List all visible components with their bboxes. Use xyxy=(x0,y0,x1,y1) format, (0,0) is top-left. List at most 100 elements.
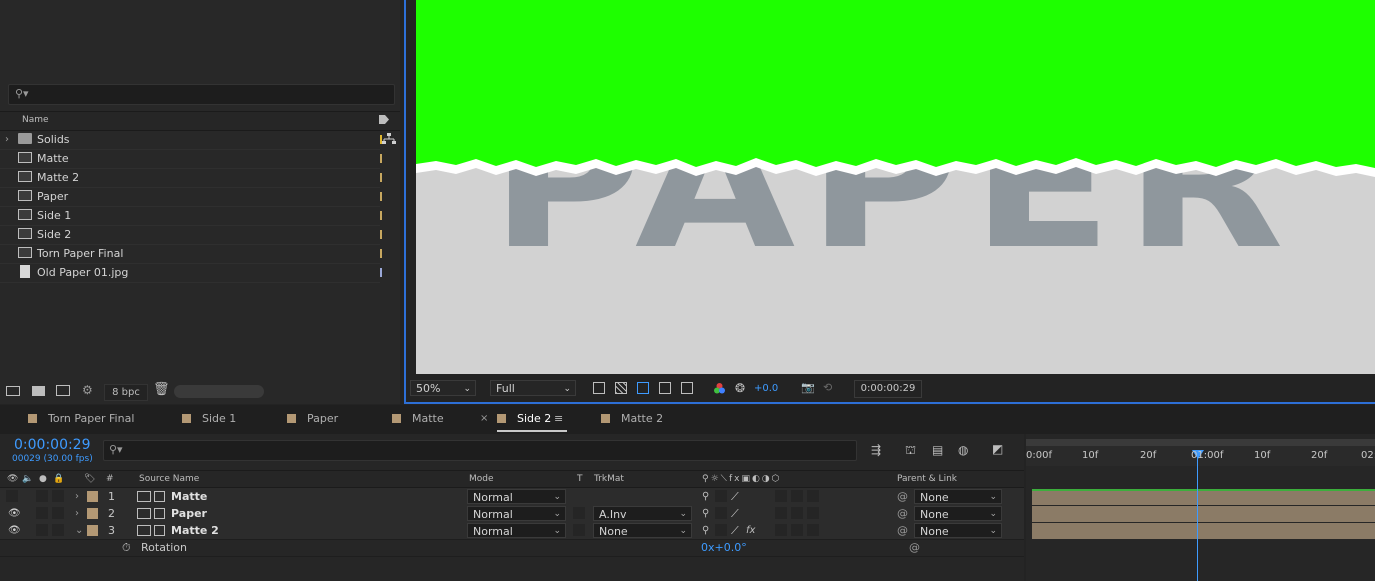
layer-row[interactable]: 👁 › 2 Paper Normal ⌄ A.Inv ⌄ ⚲ ⟋ @ None ⌄ xyxy=(0,505,1024,523)
mode-header[interactable]: Mode xyxy=(469,471,494,487)
fast-previews-icon[interactable] xyxy=(593,382,605,394)
quality-switch-icon[interactable]: ⟋ xyxy=(731,522,739,539)
show-snapshot-icon[interactable]: ⟲ xyxy=(823,381,832,394)
collapse-switch[interactable] xyxy=(715,507,727,519)
project-item[interactable]: Side 2 xyxy=(0,225,382,245)
new-folder-icon[interactable] xyxy=(32,386,45,396)
expression-pickwhip-icon[interactable]: @ xyxy=(909,539,920,556)
adjustment-layer-switch[interactable] xyxy=(791,507,803,519)
mask-visibility-icon[interactable] xyxy=(637,382,649,394)
source-name-header[interactable]: Source Name xyxy=(139,471,199,487)
audio-toggle[interactable] xyxy=(36,507,48,519)
layer-row[interactable]: › 1 Matte Normal ⌄ ⚲ ⟋ @ None ⌄ xyxy=(0,488,1024,506)
exposure-value[interactable]: +0.0 xyxy=(754,383,778,394)
3d-layer-switch[interactable] xyxy=(807,490,819,502)
hide-shy-layers-icon[interactable]: ▤ xyxy=(932,443,943,457)
label-color-swatch[interactable] xyxy=(87,525,98,536)
project-search-input[interactable]: ⚲▾ xyxy=(8,84,395,105)
stopwatch-icon[interactable]: ⏱ xyxy=(122,539,131,556)
label-color-swatch[interactable] xyxy=(87,508,98,519)
work-area-bar[interactable] xyxy=(1026,439,1375,446)
quality-switch-icon[interactable]: ⟋ xyxy=(731,505,739,522)
channel-color-icon[interactable] xyxy=(713,382,726,395)
label-color-marker[interactable] xyxy=(380,154,382,163)
magnification-select[interactable]: 50% ⌄ xyxy=(410,380,476,396)
resolution-select[interactable]: Full ⌄ xyxy=(490,380,576,396)
adjustment-layer-switch[interactable] xyxy=(791,524,803,536)
viewer-timecode[interactable]: 0:00:00:29 xyxy=(854,380,922,398)
motion-blur-switch[interactable] xyxy=(775,507,787,519)
tab-matte-2[interactable]: Matte 2 xyxy=(601,405,681,434)
label-color-marker[interactable] xyxy=(380,192,382,201)
parent-select[interactable]: None ⌄ xyxy=(914,489,1002,504)
mode-select[interactable]: Normal ⌄ xyxy=(467,523,566,538)
collapse-switch[interactable] xyxy=(715,524,727,536)
3d-layer-switch[interactable] xyxy=(807,524,819,536)
quality-switch-icon[interactable]: ⟋ xyxy=(731,488,739,505)
region-of-interest-icon[interactable] xyxy=(659,382,671,394)
trkmat-select[interactable]: None ⌄ xyxy=(593,523,692,538)
snapshot-camera-icon[interactable]: 📷 xyxy=(801,381,815,394)
chevron-right-icon[interactable]: › xyxy=(75,488,79,505)
adjustment-layer-switch[interactable] xyxy=(791,490,803,502)
parent-pickwhip-icon[interactable]: @ xyxy=(897,505,908,522)
chevron-right-icon[interactable]: › xyxy=(5,130,9,149)
project-item[interactable]: Paper xyxy=(0,187,382,207)
3d-layer-switch[interactable] xyxy=(807,507,819,519)
exposure-reset-icon[interactable]: ❂ xyxy=(735,381,745,395)
layer-name[interactable]: Matte xyxy=(171,488,207,505)
label-color-marker[interactable] xyxy=(380,268,382,277)
interpret-footage-icon[interactable] xyxy=(6,386,20,396)
tab-side-1[interactable]: Side 1 xyxy=(182,405,272,434)
trkmat-header[interactable]: TrkMat xyxy=(594,471,624,487)
composition-canvas[interactable]: PAPER xyxy=(416,0,1375,374)
project-scrollbar[interactable] xyxy=(174,385,264,398)
name-column-header[interactable]: Name xyxy=(22,115,49,125)
label-color-marker[interactable] xyxy=(380,230,382,239)
bit-depth-button[interactable]: 8 bpc xyxy=(104,384,148,401)
layer-name[interactable]: Paper xyxy=(171,505,207,522)
project-item[interactable]: Side 1 xyxy=(0,206,382,226)
motion-blur-icon[interactable]: ◩ xyxy=(992,442,1003,456)
trkmat-select[interactable]: A.Inv ⌄ xyxy=(593,506,692,521)
mode-select[interactable]: Normal ⌄ xyxy=(467,506,566,521)
label-tag-icon[interactable] xyxy=(378,114,390,125)
layer-bar-2[interactable] xyxy=(1032,506,1375,522)
label-color-marker[interactable] xyxy=(380,173,382,182)
chevron-down-icon[interactable]: ⌄ xyxy=(75,522,83,539)
parent-pickwhip-icon[interactable]: @ xyxy=(897,522,908,539)
label-color-marker[interactable] xyxy=(380,249,382,258)
lock-toggle[interactable] xyxy=(52,490,64,502)
audio-toggle[interactable] xyxy=(36,524,48,536)
visibility-toggle[interactable] xyxy=(6,490,18,502)
composition-mini-flowchart-icon[interactable]: ⇶ xyxy=(871,443,881,457)
tab-torn-paper-final[interactable]: Torn Paper Final xyxy=(28,405,158,434)
label-color-marker[interactable] xyxy=(380,211,382,220)
project-item[interactable]: › Solids xyxy=(0,130,382,150)
project-item[interactable]: Old Paper 01.jpg xyxy=(0,263,382,283)
project-settings-icon[interactable]: ⚙ xyxy=(82,383,93,397)
collapse-switch[interactable] xyxy=(715,490,727,502)
eye-icon[interactable]: 👁 xyxy=(8,505,21,522)
layer-row[interactable]: 👁 ⌄ 3 Matte 2 Normal ⌄ None ⌄ ⚲ ⟋ fx @ None ⌄ xyxy=(0,522,1024,540)
label-color-swatch[interactable] xyxy=(87,491,98,502)
close-tab-icon[interactable]: × xyxy=(480,413,488,424)
shy-switch-icon[interactable]: ⚲ xyxy=(702,505,709,522)
project-item[interactable]: Torn Paper Final xyxy=(0,244,382,264)
mode-select[interactable]: Normal ⌄ xyxy=(467,489,566,504)
transparency-grid-icon[interactable] xyxy=(615,382,627,394)
shy-switch-icon[interactable]: ⚲ xyxy=(702,488,709,505)
preserve-transparency-toggle[interactable] xyxy=(573,507,585,519)
current-time-display[interactable]: 0:00:00:29 xyxy=(14,437,91,453)
shy-switch-icon[interactable]: ⚲ xyxy=(702,522,709,539)
rotation-value[interactable]: 0x+0.0° xyxy=(701,539,747,556)
timeline-search-input[interactable]: ⚲▾ xyxy=(103,440,857,461)
parent-select[interactable]: None ⌄ xyxy=(914,506,1002,521)
motion-blur-switch[interactable] xyxy=(775,490,787,502)
new-composition-icon[interactable] xyxy=(56,385,70,396)
preserve-transparency-toggle[interactable] xyxy=(573,524,585,536)
lock-toggle[interactable] xyxy=(52,524,64,536)
motion-blur-switch[interactable] xyxy=(775,524,787,536)
fx-switch-icon[interactable]: fx xyxy=(746,522,755,539)
parent-select[interactable]: None ⌄ xyxy=(914,523,1002,538)
